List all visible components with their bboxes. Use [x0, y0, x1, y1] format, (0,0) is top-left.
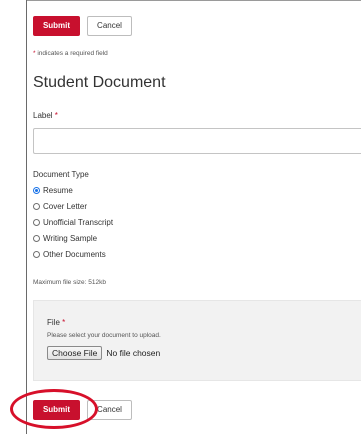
file-field-text: File — [47, 318, 60, 327]
cancel-button-bottom[interactable]: Cancel — [87, 400, 132, 420]
file-upload-panel: File * Please select your document to up… — [33, 300, 361, 381]
label-input[interactable] — [33, 128, 361, 154]
required-note-text: indicates a required field — [35, 50, 108, 57]
radio-icon[interactable] — [33, 186, 40, 194]
document-type-options: Resume Cover Letter Unofficial Transcrip… — [33, 182, 113, 262]
radio-icon[interactable] — [33, 234, 40, 242]
radio-icon[interactable] — [33, 250, 40, 258]
radio-icon[interactable] — [33, 202, 40, 210]
required-field-note: * indicates a required field — [33, 50, 108, 57]
radio-label: Cover Letter — [43, 201, 88, 211]
radio-option-cover-letter[interactable]: Cover Letter — [33, 198, 113, 214]
submit-button-bottom[interactable]: Submit — [33, 400, 80, 420]
submit-button-top[interactable]: Submit — [33, 16, 80, 36]
max-file-size-note: Maximum file size: 512kb — [33, 279, 106, 286]
cancel-button-top[interactable]: Cancel — [87, 16, 132, 36]
student-document-page: Submit Cancel * indicates a required fie… — [0, 0, 361, 434]
choose-file-button[interactable]: Choose File — [47, 346, 103, 360]
page-title: Student Document — [33, 74, 166, 91]
radio-option-writing-sample[interactable]: Writing Sample — [33, 230, 113, 246]
radio-label: Resume — [43, 185, 73, 195]
left-border — [26, 0, 27, 434]
radio-label: Unofficial Transcript — [43, 217, 114, 227]
file-field-label: File * — [47, 318, 65, 327]
bottom-action-bar: Submit Cancel — [33, 400, 132, 420]
form-container: Submit Cancel * indicates a required fie… — [33, 0, 361, 434]
radio-option-resume[interactable]: Resume — [33, 182, 113, 198]
top-action-bar: Submit Cancel — [33, 16, 132, 36]
radio-label: Other Documents — [43, 249, 106, 259]
file-help-text: Please select your document to upload. — [47, 332, 161, 339]
document-type-legend: Document Type — [33, 170, 89, 179]
file-chosen-status: No file chosen — [106, 348, 161, 358]
file-input-row: Choose File No file chosen — [47, 346, 160, 360]
radio-icon[interactable] — [33, 218, 40, 226]
radio-option-other-documents[interactable]: Other Documents — [33, 246, 113, 262]
label-field-label: Label * — [33, 111, 58, 120]
file-required-star: * — [59, 318, 66, 327]
label-required-star: * — [52, 111, 58, 120]
label-field-text: Label — [33, 111, 53, 120]
radio-option-unofficial-transcript[interactable]: Unofficial Transcript — [33, 214, 113, 230]
radio-label: Writing Sample — [43, 233, 98, 243]
